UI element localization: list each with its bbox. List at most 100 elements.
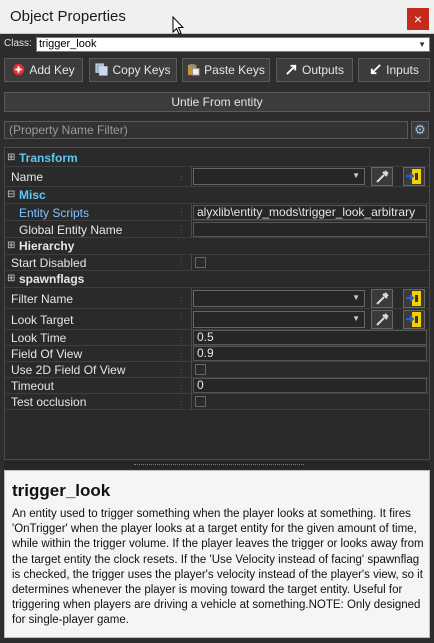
pick-entity-icon [406, 312, 421, 327]
category-label: Hierarchy [19, 239, 75, 253]
column-divider [191, 309, 192, 329]
drag-handle-icon: ⋮ [177, 171, 186, 181]
property-label: Entity Scripts [19, 206, 90, 220]
property-row-look-time[interactable]: Look Time ⋮ 0.5 [5, 330, 429, 346]
start-disabled-checkbox[interactable] [195, 257, 206, 268]
property-row-timeout[interactable]: Timeout ⋮ 0 [5, 378, 429, 394]
inputs-arrow-icon [370, 64, 381, 75]
property-label: Start Disabled [11, 256, 87, 270]
gear-icon[interactable]: ⚙ [411, 121, 429, 139]
add-key-button[interactable]: Add Key [4, 58, 83, 82]
paste-keys-label: Paste Keys [204, 63, 265, 77]
column-divider [191, 346, 192, 361]
pick-entity-button[interactable] [403, 289, 425, 308]
eyedropper-icon [376, 292, 389, 305]
chevron-down-icon: ▼ [418, 40, 426, 49]
eyedropper-icon [376, 313, 389, 326]
inputs-button[interactable]: Inputs [358, 58, 430, 82]
drag-handle-icon: ⋮ [177, 292, 186, 302]
column-divider [191, 221, 192, 237]
property-label: Timeout [11, 379, 54, 393]
description-panel: trigger_look An entity used to trigger s… [4, 470, 430, 638]
class-label: Class: [4, 38, 32, 49]
filter-name-combo[interactable]: ▼ [193, 290, 365, 307]
category-spawnflags[interactable]: ⊞ spawnflags [5, 271, 429, 288]
window-title: Object Properties [10, 8, 126, 25]
entity-scripts-field[interactable]: alyxlib\entity_mods\trigger_look_arbitra… [193, 205, 427, 220]
property-row-field-of-view[interactable]: Field Of View ⋮ 0.9 [5, 346, 429, 362]
add-key-label: Add Key [29, 63, 75, 77]
use-2d-fov-checkbox[interactable] [195, 364, 206, 375]
column-divider [191, 204, 192, 220]
drag-handle-icon: ⋮ [177, 224, 186, 234]
global-entity-name-field[interactable] [193, 222, 427, 237]
category-transform[interactable]: ⊞ Transform [5, 150, 429, 167]
property-label: Use 2D Field Of View [11, 363, 126, 377]
eyedropper-button[interactable] [371, 289, 393, 308]
copy-keys-label: Copy Keys [112, 63, 171, 77]
look-target-combo[interactable]: ▼ [193, 311, 365, 328]
property-label: Global Entity Name [19, 223, 123, 237]
category-label: spawnflags [19, 272, 85, 286]
chevron-down-icon: ▼ [352, 293, 360, 302]
outputs-label: Outputs [301, 63, 345, 77]
expand-icon[interactable]: ⊞ [7, 273, 15, 284]
property-row-test-occlusion[interactable]: Test occlusion ⋮ [5, 394, 429, 410]
drag-handle-icon: ⋮ [177, 207, 186, 217]
untie-from-entity-button[interactable]: Untie From entity [4, 92, 430, 112]
copy-icon [95, 63, 109, 76]
drag-handle-icon: ⋮ [177, 332, 186, 342]
class-select[interactable]: trigger_look ▼ [36, 37, 430, 52]
property-grid: ⊞ Transform Name ⋮ ▼ ⊟ Misc Entity Scrip… [4, 147, 430, 460]
pick-entity-icon [406, 291, 421, 306]
splitter-grip[interactable] [134, 464, 304, 466]
drag-handle-icon: ⋮ [177, 380, 186, 390]
mouse-cursor-icon [172, 16, 184, 35]
test-occlusion-checkbox[interactable] [195, 396, 206, 407]
property-row-start-disabled[interactable]: Start Disabled ⋮ [5, 255, 429, 271]
outputs-button[interactable]: Outputs [276, 58, 353, 82]
drag-handle-icon: ⋮ [177, 257, 186, 267]
property-row-entity-scripts[interactable]: Entity Scripts ⋮ alyxlib\entity_mods\tri… [5, 204, 429, 221]
column-divider [191, 288, 192, 308]
pick-entity-button[interactable] [403, 310, 425, 329]
chevron-down-icon: ▼ [352, 314, 360, 323]
property-row-filter-name[interactable]: Filter Name ⋮ ▼ [5, 288, 429, 309]
property-label: Test occlusion [11, 395, 87, 409]
property-row-look-target[interactable]: Look Target ⋮ ▼ [5, 309, 429, 330]
collapse-icon[interactable]: ⊟ [7, 189, 15, 200]
column-divider [191, 330, 192, 345]
eyedropper-button[interactable] [371, 167, 393, 186]
description-text: An entity used to trigger something when… [12, 508, 424, 627]
property-label: Filter Name [11, 292, 74, 306]
category-misc[interactable]: ⊟ Misc [5, 187, 429, 204]
class-value: trigger_look [39, 38, 97, 50]
paste-keys-button[interactable]: Paste Keys [182, 58, 270, 82]
property-row-use-2d-fov[interactable]: Use 2D Field Of View ⋮ [5, 362, 429, 378]
expand-icon[interactable]: ⊞ [7, 240, 15, 251]
column-divider [191, 167, 192, 186]
close-button[interactable]: × [407, 8, 429, 30]
column-divider [191, 394, 192, 409]
copy-keys-button[interactable]: Copy Keys [89, 58, 177, 82]
expand-icon[interactable]: ⊞ [7, 152, 15, 163]
eyedropper-button[interactable] [371, 310, 393, 329]
category-hierarchy[interactable]: ⊞ Hierarchy [5, 238, 429, 255]
property-row-name[interactable]: Name ⋮ ▼ [5, 167, 429, 187]
chevron-down-icon: ▼ [352, 171, 360, 180]
drag-handle-icon: ⋮ [177, 396, 186, 406]
timeout-field[interactable]: 0 [193, 378, 427, 393]
property-row-global-entity-name[interactable]: Global Entity Name ⋮ [5, 221, 429, 238]
category-label: Transform [19, 151, 78, 165]
title-bar: Object Properties × [0, 0, 434, 34]
description-title: trigger_look [12, 481, 111, 500]
panel-splitter[interactable] [4, 461, 430, 469]
column-divider [191, 362, 192, 377]
name-combo[interactable]: ▼ [193, 168, 365, 185]
field-of-view-field[interactable]: 0.9 [193, 346, 427, 361]
pick-entity-button[interactable] [403, 167, 425, 186]
add-icon [13, 63, 25, 76]
property-filter-input[interactable]: (Property Name Filter) [4, 121, 408, 139]
look-time-field[interactable]: 0.5 [193, 330, 427, 345]
toolbar: Add Key Copy Keys Paste Keys Outputs Inp… [0, 58, 434, 86]
